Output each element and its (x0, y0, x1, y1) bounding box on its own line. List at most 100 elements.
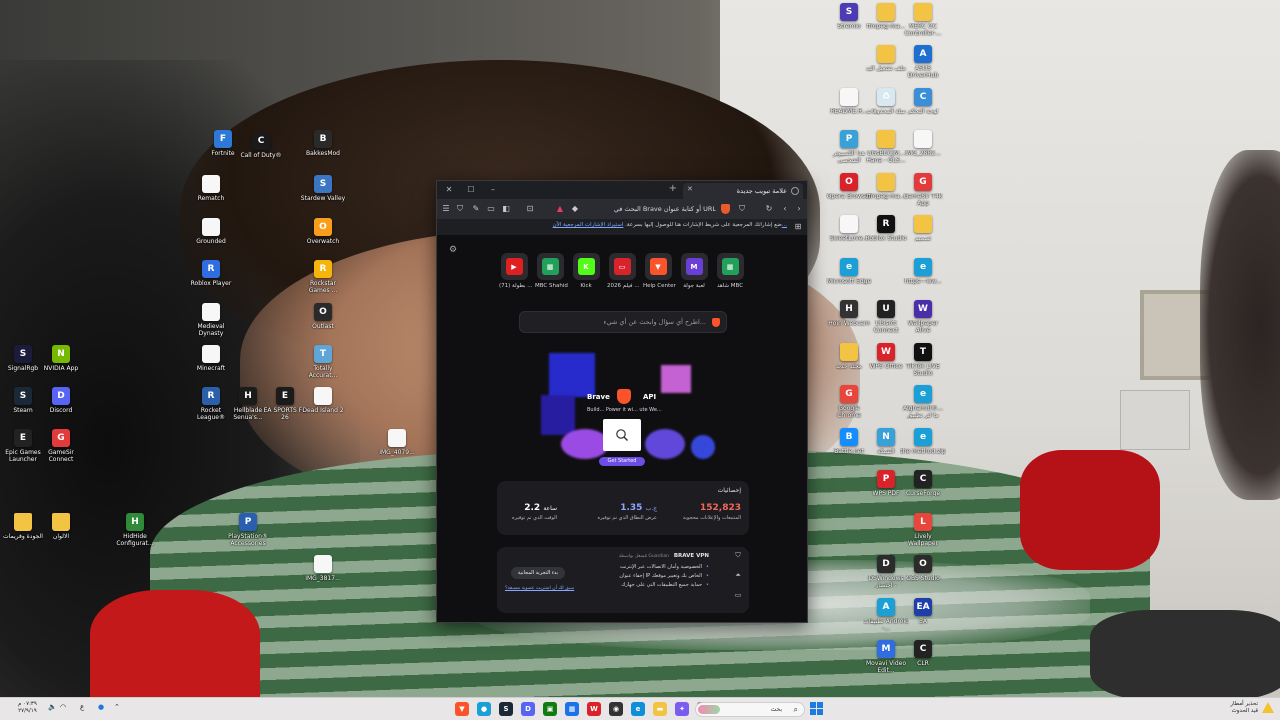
desktop-icon[interactable]: T TikTok LIVE Studio (900, 343, 946, 377)
back-icon[interactable]: › (793, 203, 805, 215)
customize-gear-icon[interactable]: ⚙ (449, 245, 457, 255)
bookmark-icon[interactable]: ⛉ (736, 203, 748, 215)
top-site-tile[interactable]: ▭ فيلم 2026 ... (607, 253, 640, 289)
screenshot-icon[interactable]: ⊡ (524, 203, 536, 215)
top-site-tile[interactable]: ▶ (71) بطولة ... (499, 253, 533, 289)
taskbar-app-edge-shape-icon[interactable]: ● (477, 702, 491, 716)
desktop-icon[interactable]: B BakkesMod (300, 130, 346, 157)
weather-widget[interactable]: تحذير أمطار قيد الحدوث (1230, 701, 1258, 715)
show-hidden-icons-chevron-icon[interactable]: ⌃ (114, 703, 120, 711)
get-started-button[interactable]: Get Started (599, 457, 645, 466)
desktop-icon[interactable]: Medieval Dynasty (188, 303, 234, 337)
desktop-icon[interactable]: Rematch (188, 175, 234, 202)
vpn-card-icon[interactable]: ▭ (733, 591, 743, 601)
top-site-tile[interactable]: ▼ Help Center (643, 253, 676, 289)
forward-icon[interactable]: ‹ (779, 203, 791, 215)
desktop-icon[interactable]: W Wallpaper Alive (900, 300, 946, 334)
desktop-icon-label: BakkesMod (305, 150, 340, 157)
desktop-icon[interactable]: C CLR (900, 640, 946, 667)
desktop-icon[interactable]: Grounded (188, 218, 234, 245)
leo-icon[interactable]: ◆ (569, 203, 581, 215)
taskbar-clock[interactable]: ٠٧:٣٩ م ٢٧/٩/١٩ (18, 701, 37, 715)
microphone-icon[interactable]: ● (98, 703, 104, 711)
desktop-icon[interactable]: G GameSir Connect (38, 429, 84, 463)
taskbar-search[interactable]: بحث ⌕ (695, 702, 805, 717)
wallet-icon[interactable]: ▭ (485, 203, 497, 215)
close-tab-icon[interactable]: ✕ (687, 185, 693, 193)
top-site-tile[interactable]: M لعبة جولة (679, 253, 709, 289)
taskbar-app-brave-icon[interactable]: ▼ (455, 702, 469, 716)
desktop-icon[interactable]: تصميم (900, 215, 946, 242)
brave-shield-icon[interactable] (721, 204, 730, 214)
language-indicator[interactable]: ع (80, 703, 84, 711)
desktop-icon[interactable]: IMG_4079... (374, 429, 420, 456)
taskbar-app-store-icon[interactable]: ▦ (565, 702, 579, 716)
desktop-icon[interactable]: O Overwatch (300, 218, 346, 245)
taskbar-app-copilot-icon[interactable]: ✦ (675, 702, 689, 716)
desktop-icon[interactable]: S Stardew Valley (300, 175, 346, 202)
start-button[interactable] (810, 702, 824, 716)
desktop-icon[interactable]: الالوان (38, 513, 84, 540)
desktop-icon[interactable]: R Rockstar Games ... (300, 260, 346, 294)
vpn-already-purchased-link[interactable]: سبق لك أن اشتريت عضوية مسبقة؟ (505, 586, 574, 591)
taskbar-app-explorer-icon[interactable]: ▬ (653, 702, 667, 716)
desktop-icon[interactable]: e the method.zip (900, 428, 946, 455)
desktop-icon[interactable]: e Alghamdi®... ما لتر نطبيق (900, 385, 946, 419)
top-site-tile[interactable]: K Kick (571, 253, 601, 289)
extensions-icon[interactable]: ✎ (470, 203, 482, 215)
new-tab-button[interactable]: + (669, 183, 677, 194)
desktop-icon[interactable]: Dead Island 2 (300, 387, 346, 414)
taskbar-app-xbox-green-icon[interactable]: ▣ (543, 702, 557, 716)
desktop-icon[interactable]: D Discord (38, 387, 84, 414)
taskbar-app-obs-icon[interactable]: ◉ (609, 702, 623, 716)
vpn-start-trial-button[interactable]: بدء التجربة المجانية (511, 567, 565, 579)
taskbar-app-steam-icon[interactable]: S (499, 702, 513, 716)
desktop-icon[interactable]: Minecraft (188, 345, 234, 372)
desktop-icon[interactable]: C CurseForge (900, 470, 946, 497)
brave-search-api-promo[interactable]: Brave API Build... Power it wi... ute We… (541, 345, 721, 471)
vpn-icon[interactable]: ⛉ (733, 551, 743, 561)
menu-icon[interactable]: ☰ (440, 203, 452, 215)
taskbar-app-edge-icon[interactable]: e (631, 702, 645, 716)
desktop-icon[interactable]: G GameSir T4k App (900, 173, 946, 207)
top-site-tile[interactable]: ▦ MBC Shahid (535, 253, 568, 289)
vpn-shield-icon[interactable]: ⛉ (454, 203, 466, 215)
desktop-icon[interactable]: C Call of Duty® (238, 132, 284, 159)
top-site-tile[interactable]: ▦ شاهد MBC (715, 253, 745, 289)
desktop-icon[interactable]: IMG_2882... (900, 130, 946, 157)
desktop-icon[interactable]: H HidHide Configurat... (112, 513, 158, 547)
desktop-icon[interactable]: e https---ww... (900, 258, 946, 285)
desktop-icon[interactable]: T Totally Accurat... (300, 345, 346, 379)
close-window-button[interactable]: ✕ (443, 184, 455, 196)
desktop-icon[interactable]: O OBS Studio (900, 555, 946, 582)
search-box[interactable]: اطرح أي سؤال وابحث عن أي شيء... (519, 311, 727, 333)
sidebar-icon[interactable]: ◧ (500, 203, 512, 215)
desktop-icon[interactable]: EA EA (900, 598, 946, 625)
desktop-icon[interactable]: G Google Chrome (826, 385, 872, 419)
taskbar-app-discord-icon[interactable]: D (521, 702, 535, 716)
apps-grid-icon[interactable]: ⊞ (792, 221, 804, 233)
vpn-collapse-icon[interactable]: ⏶ (733, 571, 743, 581)
maximize-window-button[interactable]: ☐ (465, 184, 477, 196)
volume-icon[interactable]: 🔈 (48, 703, 57, 711)
desktop-icon[interactable]: P PlayStation® Accessories (225, 513, 271, 547)
rewards-icon[interactable]: ▲ (554, 203, 566, 215)
desktop-icon[interactable]: N NVIDIA App (38, 345, 84, 372)
desktop-icon[interactable]: e Microsoft Edge (826, 258, 872, 285)
minimize-window-button[interactable]: – (487, 184, 499, 196)
desktop-icon[interactable]: O Outlast (300, 303, 346, 330)
start-logo-icon (810, 709, 816, 715)
desktop-icon[interactable]: IMG_3817... (300, 555, 346, 582)
desktop-icon[interactable]: L Lively Wallpaper (900, 513, 946, 547)
desktop-icon[interactable]: MERC OC Controller-... (900, 3, 946, 37)
desktop-icon[interactable]: A ASUS DriverHub (900, 45, 946, 79)
wifi-icon[interactable]: ◠ (60, 703, 66, 711)
app-icon: O (314, 218, 332, 236)
tab-new-tab[interactable]: ✕ علامة تبويب جديدة (683, 183, 803, 199)
reload-icon[interactable]: ↻ (763, 203, 775, 215)
desktop-icon[interactable]: C لوحة التحكم (900, 88, 946, 115)
taskbar-app-wps-icon[interactable]: W (587, 702, 601, 716)
app-icon: G (52, 429, 70, 447)
desktop-icon[interactable]: R Roblox Player (188, 260, 234, 287)
address-bar[interactable]: البحث في Brave أو كتابة عنوان URL (602, 202, 730, 216)
